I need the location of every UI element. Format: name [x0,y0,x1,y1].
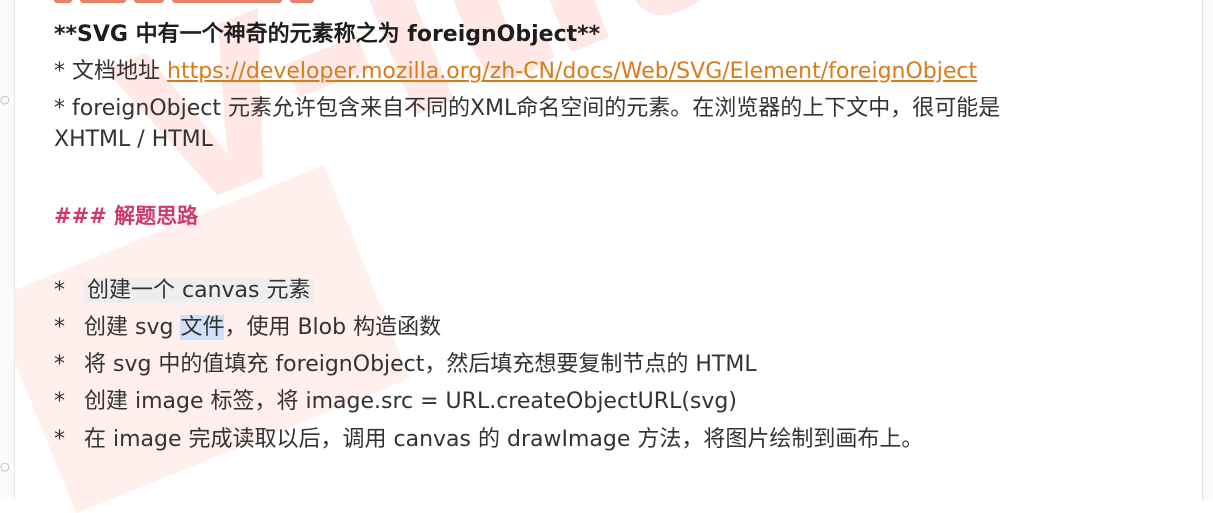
doc-link-line: * 文档地址 https://developer.mozilla.org/zh-… [54,53,977,85]
clipped-line-fragment [54,0,334,6]
description-line-continued: XHTML / HTML [54,127,213,152]
bullet-star: * [54,315,65,340]
scrollbar[interactable] [1202,0,1213,500]
list-item: * 在 image 完成读取以后，调用 canvas 的 drawImage 方法… [54,421,923,453]
list-item-text: 创建一个 canvas 元素 [84,278,314,303]
doc-link-prefix: * 文档地址 [54,59,167,84]
selected-text[interactable]: 文件 [180,315,225,340]
doc-link[interactable]: https://developer.mozilla.org/zh-CN/docs… [167,59,977,84]
bullet-star: * [54,389,65,414]
list-item-text: 在 image 完成读取以后，调用 canvas 的 drawImage 方法，… [84,427,924,452]
list-item: * 创建 image 标签，将 image.src = URL.createObj… [54,383,737,415]
list-item-text: 创建 svg [84,315,181,340]
section-heading: ### 解题思路 [54,204,199,228]
list-item-text: ，使用 Blob 构造函数 [224,315,442,340]
bold-line: **SVG 中有一个神奇的元素称之为 foreignObject** [54,22,601,47]
list-item-text: 创建 image 标签，将 image.src = URL.createObje… [84,389,737,414]
list-item: * 创建 svg 文件，使用 Blob 构造函数 [54,309,441,341]
line-gutter [0,0,15,500]
gutter-marker: ○ [0,460,10,473]
bullet-star: * [54,278,65,303]
description-line: * foreignObject 元素允许包含来自不同的XML命名空间的元素。在浏… [54,96,1001,121]
list-item: * 将 svg 中的值填充 foreignObject，然后填充想要复制节点的 H… [54,346,757,378]
list-item-text: 将 svg 中的值填充 foreignObject，然后填充想要复制节点的 HT… [84,352,757,377]
gutter-marker: ○ [0,93,10,106]
bullet-star: * [54,427,65,452]
bullet-star: * [54,352,65,377]
list-item: * 创建一个 canvas 元素 [54,272,314,304]
